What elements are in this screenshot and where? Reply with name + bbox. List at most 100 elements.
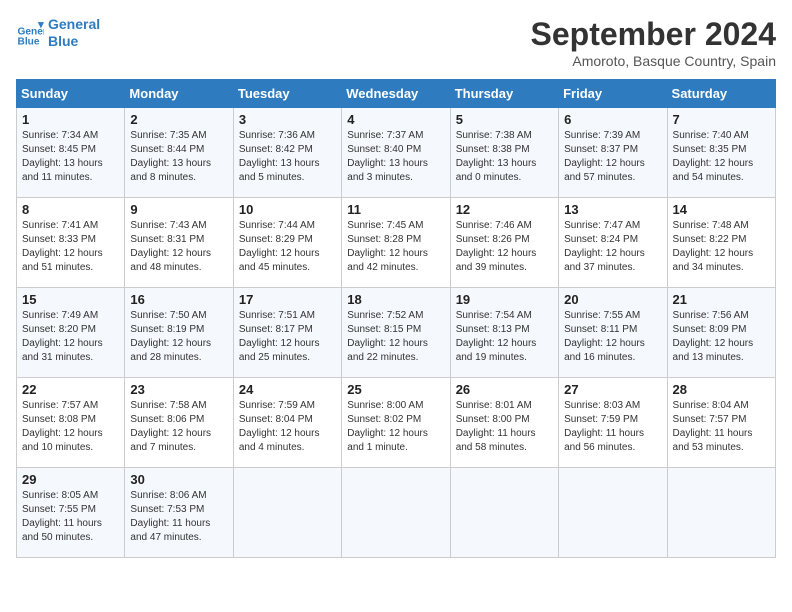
calendar-cell: 30Sunrise: 8:06 AMSunset: 7:53 PMDayligh…: [125, 468, 233, 558]
day-number: 10: [239, 202, 336, 217]
day-number: 25: [347, 382, 444, 397]
calendar-cell: 16Sunrise: 7:50 AMSunset: 8:19 PMDayligh…: [125, 288, 233, 378]
day-info: Sunrise: 7:54 AMSunset: 8:13 PMDaylight:…: [456, 310, 537, 363]
calendar-cell: 24 Sunrise: 7:59 AMSunset: 8:04 PMDayligh…: [233, 378, 341, 468]
day-info: Sunrise: 7:56 AMSunset: 8:09 PMDaylight:…: [673, 310, 754, 363]
day-number: 12: [456, 202, 553, 217]
day-info: Sunrise: 8:04 AMSunset: 7:57 PMDaylight:…: [673, 400, 753, 453]
calendar-cell: 4 Sunrise: 7:37 AMSunset: 8:40 PMDaylight…: [342, 108, 450, 198]
day-info: Sunrise: 8:00 AMSunset: 8:02 PMDaylight:…: [347, 400, 428, 453]
day-header-friday: Friday: [559, 80, 667, 108]
day-number: 23: [130, 382, 227, 397]
day-info: Sunrise: 7:37 AMSunset: 8:40 PMDaylight:…: [347, 130, 428, 183]
calendar-cell: 11 Sunrise: 7:45 AMSunset: 8:28 PMDayligh…: [342, 198, 450, 288]
day-number: 11: [347, 202, 444, 217]
calendar-cell: 15 Sunrise: 7:49 AMSunset: 8:20 PMDayligh…: [17, 288, 125, 378]
logo-icon: General Blue: [16, 19, 44, 47]
calendar-cell: 22 Sunrise: 7:57 AMSunset: 8:08 PMDayligh…: [17, 378, 125, 468]
day-number: 22: [22, 382, 119, 397]
calendar-cell: 3Sunrise: 7:36 AMSunset: 8:42 PMDaylight…: [233, 108, 341, 198]
calendar-cell: [559, 468, 667, 558]
page-header: General Blue General Blue September 2024…: [16, 16, 776, 69]
day-number: 20: [564, 292, 661, 307]
calendar-week-1: 1 Sunrise: 7:34 AMSunset: 8:45 PMDaylight…: [17, 108, 776, 198]
day-info: Sunrise: 7:34 AMSunset: 8:45 PMDaylight:…: [22, 130, 103, 183]
day-number: 14: [673, 202, 770, 217]
day-number: 21: [673, 292, 770, 307]
calendar-week-5: 29 Sunrise: 8:05 AMSunset: 7:55 PMDayligh…: [17, 468, 776, 558]
day-info: Sunrise: 7:59 AMSunset: 8:04 PMDaylight:…: [239, 400, 320, 453]
calendar-cell: 13 Sunrise: 7:47 AMSunset: 8:24 PMDayligh…: [559, 198, 667, 288]
day-number: 15: [22, 292, 119, 307]
day-number: 9: [130, 202, 227, 217]
day-number: 29: [22, 472, 119, 487]
day-info: Sunrise: 7:50 AMSunset: 8:19 PMDaylight:…: [130, 310, 211, 363]
title-block: September 2024 Amoroto, Basque Country, …: [531, 16, 776, 69]
calendar-cell: 19 Sunrise: 7:54 AMSunset: 8:13 PMDayligh…: [450, 288, 558, 378]
calendar-table: SundayMondayTuesdayWednesdayThursdayFrid…: [16, 79, 776, 558]
calendar-cell: 7 Sunrise: 7:40 AMSunset: 8:35 PMDaylight…: [667, 108, 775, 198]
calendar-week-4: 22 Sunrise: 7:57 AMSunset: 8:08 PMDayligh…: [17, 378, 776, 468]
calendar-cell: 20 Sunrise: 7:55 AMSunset: 8:11 PMDayligh…: [559, 288, 667, 378]
calendar-cell: 29 Sunrise: 8:05 AMSunset: 7:55 PMDayligh…: [17, 468, 125, 558]
day-info: Sunrise: 7:49 AMSunset: 8:20 PMDaylight:…: [22, 310, 103, 363]
day-number: 2: [130, 112, 227, 127]
calendar-cell: 10Sunrise: 7:44 AMSunset: 8:29 PMDayligh…: [233, 198, 341, 288]
day-info: Sunrise: 7:36 AMSunset: 8:42 PMDaylight:…: [239, 130, 320, 183]
day-number: 6: [564, 112, 661, 127]
day-info: Sunrise: 7:38 AMSunset: 8:38 PMDaylight:…: [456, 130, 537, 183]
calendar-cell: 25 Sunrise: 8:00 AMSunset: 8:02 PMDayligh…: [342, 378, 450, 468]
calendar-body: 1 Sunrise: 7:34 AMSunset: 8:45 PMDaylight…: [17, 108, 776, 558]
day-info: Sunrise: 7:47 AMSunset: 8:24 PMDaylight:…: [564, 220, 645, 273]
day-info: Sunrise: 7:57 AMSunset: 8:08 PMDaylight:…: [22, 400, 103, 453]
day-header-monday: Monday: [125, 80, 233, 108]
calendar-cell: [667, 468, 775, 558]
calendar-cell: 23 Sunrise: 7:58 AMSunset: 8:06 PMDayligh…: [125, 378, 233, 468]
day-number: 26: [456, 382, 553, 397]
calendar-cell: [342, 468, 450, 558]
day-header-thursday: Thursday: [450, 80, 558, 108]
day-number: 24: [239, 382, 336, 397]
day-number: 28: [673, 382, 770, 397]
calendar-week-3: 15 Sunrise: 7:49 AMSunset: 8:20 PMDayligh…: [17, 288, 776, 378]
logo-text-line1: General: [48, 16, 100, 33]
day-number: 18: [347, 292, 444, 307]
calendar-week-2: 8Sunrise: 7:41 AMSunset: 8:33 PMDaylight…: [17, 198, 776, 288]
day-info: Sunrise: 7:52 AMSunset: 8:15 PMDaylight:…: [347, 310, 428, 363]
day-info: Sunrise: 7:46 AMSunset: 8:26 PMDaylight:…: [456, 220, 537, 273]
day-header-saturday: Saturday: [667, 80, 775, 108]
day-info: Sunrise: 8:05 AMSunset: 7:55 PMDaylight:…: [22, 490, 102, 543]
calendar-cell: 12 Sunrise: 7:46 AMSunset: 8:26 PMDayligh…: [450, 198, 558, 288]
day-number: 1: [22, 112, 119, 127]
day-number: 8: [22, 202, 119, 217]
day-number: 7: [673, 112, 770, 127]
day-number: 19: [456, 292, 553, 307]
calendar-cell: 5 Sunrise: 7:38 AMSunset: 8:38 PMDaylight…: [450, 108, 558, 198]
calendar-cell: [450, 468, 558, 558]
day-header-wednesday: Wednesday: [342, 80, 450, 108]
calendar-cell: 8Sunrise: 7:41 AMSunset: 8:33 PMDaylight…: [17, 198, 125, 288]
day-number: 5: [456, 112, 553, 127]
day-info: Sunrise: 7:58 AMSunset: 8:06 PMDaylight:…: [130, 400, 211, 453]
day-header-sunday: Sunday: [17, 80, 125, 108]
day-info: Sunrise: 7:39 AMSunset: 8:37 PMDaylight:…: [564, 130, 645, 183]
day-info: Sunrise: 8:06 AMSunset: 7:53 PMDaylight:…: [130, 490, 210, 543]
calendar-cell: 18 Sunrise: 7:52 AMSunset: 8:15 PMDayligh…: [342, 288, 450, 378]
day-info: Sunrise: 7:40 AMSunset: 8:35 PMDaylight:…: [673, 130, 754, 183]
svg-text:Blue: Blue: [18, 36, 40, 46]
calendar-cell: [233, 468, 341, 558]
day-info: Sunrise: 8:03 AMSunset: 7:59 PMDaylight:…: [564, 400, 644, 453]
calendar-cell: 27Sunrise: 8:03 AMSunset: 7:59 PMDayligh…: [559, 378, 667, 468]
calendar-cell: 21 Sunrise: 7:56 AMSunset: 8:09 PMDayligh…: [667, 288, 775, 378]
location: Amoroto, Basque Country, Spain: [531, 53, 776, 69]
calendar-cell: 6 Sunrise: 7:39 AMSunset: 8:37 PMDaylight…: [559, 108, 667, 198]
day-info: Sunrise: 7:45 AMSunset: 8:28 PMDaylight:…: [347, 220, 428, 273]
day-number: 17: [239, 292, 336, 307]
calendar-cell: 2Sunrise: 7:35 AMSunset: 8:44 PMDaylight…: [125, 108, 233, 198]
logo-text-line2: Blue: [48, 33, 100, 50]
day-info: Sunrise: 7:55 AMSunset: 8:11 PMDaylight:…: [564, 310, 645, 363]
day-number: 4: [347, 112, 444, 127]
day-header-tuesday: Tuesday: [233, 80, 341, 108]
day-number: 13: [564, 202, 661, 217]
day-info: Sunrise: 7:48 AMSunset: 8:22 PMDaylight:…: [673, 220, 754, 273]
